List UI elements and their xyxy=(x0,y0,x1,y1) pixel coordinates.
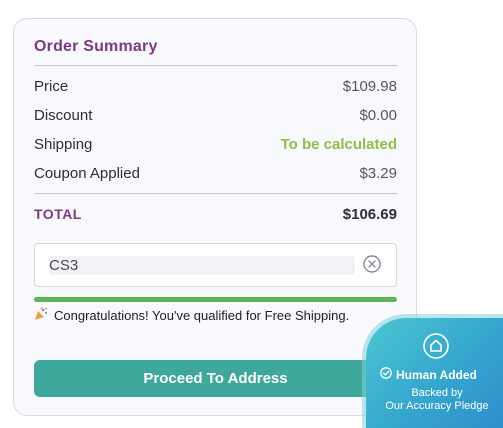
proceed-to-address-button[interactable]: Proceed To Address xyxy=(34,360,397,397)
total-row: TOTAL $106.69 xyxy=(34,204,397,224)
total-value: $106.69 xyxy=(342,205,397,223)
shipping-value: To be calculated xyxy=(280,135,397,153)
congrats-text: Congratulations! You've qualified for Fr… xyxy=(54,308,350,323)
total-label: TOTAL xyxy=(34,206,82,222)
price-value: $109.98 xyxy=(342,77,397,95)
free-shipping-progress-bar xyxy=(34,297,397,302)
backed-by-text: Backed by xyxy=(411,387,463,399)
shipping-row: Shipping To be calculated xyxy=(34,134,397,154)
shield-check-icon xyxy=(423,333,449,359)
coupon-code-value[interactable]: CS3 xyxy=(49,256,355,275)
accuracy-pledge-badge[interactable]: Human Added Backed by Our Accuracy Pledg… xyxy=(362,314,503,428)
order-summary-title: Order Summary xyxy=(34,38,158,55)
close-circle-icon[interactable] xyxy=(363,255,381,273)
order-summary-card: Order Summary Price $109.98 Discount $0.… xyxy=(13,18,417,416)
divider xyxy=(34,193,397,194)
party-popper-icon xyxy=(34,307,48,324)
coupon-applied-value: $3.29 xyxy=(359,164,397,182)
discount-row: Discount $0.00 xyxy=(34,105,397,125)
accuracy-pledge-text: Our Accuracy Pledge xyxy=(385,400,489,412)
price-row: Price $109.98 xyxy=(34,76,397,96)
human-added-label: Human Added xyxy=(380,367,477,382)
coupon-applied-label: Coupon Applied xyxy=(34,164,140,182)
discount-value: $0.00 xyxy=(359,106,397,124)
coupon-applied-row: Coupon Applied $3.29 xyxy=(34,163,397,183)
price-label: Price xyxy=(34,77,69,95)
coupon-field[interactable]: CS3 xyxy=(34,243,397,287)
shipping-label: Shipping xyxy=(34,135,93,153)
check-circle-icon xyxy=(380,367,392,382)
divider xyxy=(34,65,397,66)
free-shipping-message: Congratulations! You've qualified for Fr… xyxy=(34,307,349,324)
discount-label: Discount xyxy=(34,106,93,124)
human-added-text: Human Added xyxy=(396,367,477,382)
